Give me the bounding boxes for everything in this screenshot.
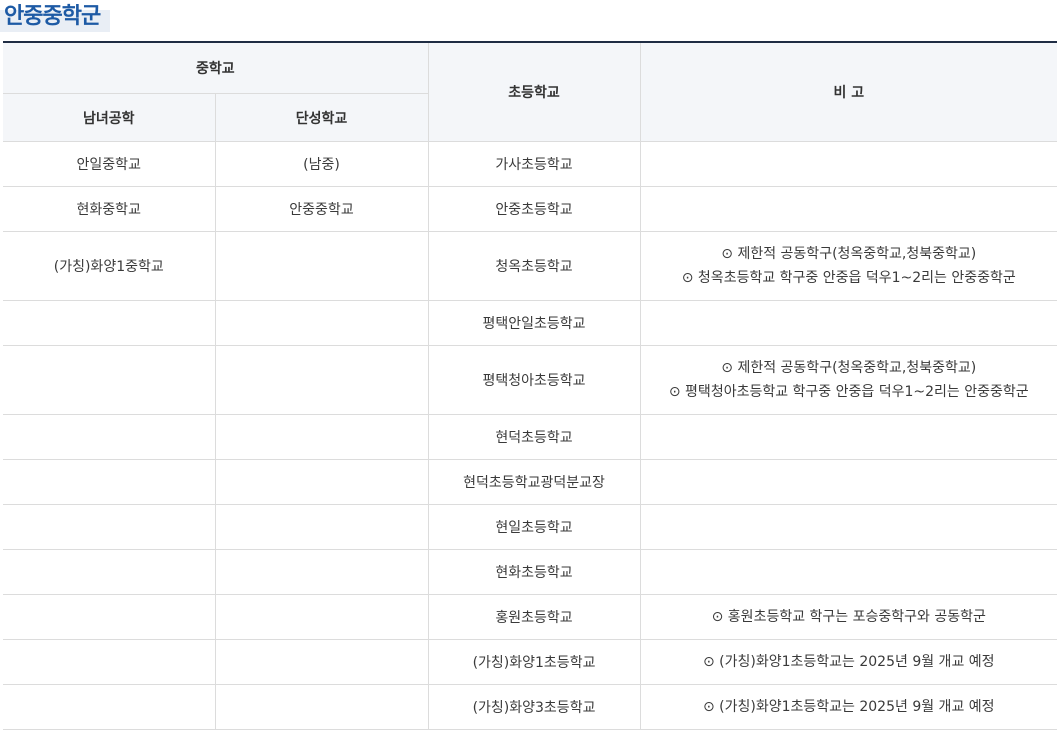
remark-note: ⊙ 홍원초등학교 학구는 포승중학구와 공동학군 <box>711 609 986 625</box>
elementary-school-cell: 안중초등학교 <box>427 186 641 232</box>
single-sex-school-cell <box>214 639 429 685</box>
elementary-school-cell: 평택청아초등학교 <box>427 345 641 415</box>
remark-note: ⊙ 제한적 공동학구(청옥중학교,청북중학교) <box>721 360 977 376</box>
remarks-cell <box>639 459 1057 505</box>
remarks-cell: ⊙ (가칭)화양1초등학교는 2025년 9월 개교 예정 <box>639 639 1057 685</box>
remarks-cell: ⊙ 홍원초등학교 학구는 포승중학구와 공동학군 <box>639 594 1057 640</box>
coed-school-cell <box>3 549 216 595</box>
table-row: 안일중학교 (남중) 가사초등학교 <box>3 141 1057 187</box>
header-remarks: 비 고 <box>639 41 1057 142</box>
single-sex-school-cell <box>214 414 429 460</box>
remarks-cell: ⊙ (가칭)화양1초등학교는 2025년 9월 개교 예정 <box>639 684 1057 730</box>
elementary-school-cell: 현덕초등학교광덕분교장 <box>427 459 641 505</box>
remarks-cell <box>639 414 1057 460</box>
single-sex-school-cell <box>214 549 429 595</box>
single-sex-school-cell: (남중) <box>214 141 429 187</box>
table-row: (가칭)화양1중학교 청옥초등학교 ⊙ 제한적 공동학구(청옥중학교,청북중학교… <box>3 231 1057 301</box>
table-row: (가칭)화양1초등학교 ⊙ (가칭)화양1초등학교는 2025년 9월 개교 예… <box>3 639 1057 685</box>
table-row: 홍원초등학교 ⊙ 홍원초등학교 학구는 포승중학구와 공동학군 <box>3 594 1057 640</box>
single-sex-school-cell <box>214 459 429 505</box>
coed-school-cell: 현화중학교 <box>3 186 216 232</box>
header-coed: 남녀공학 <box>3 93 216 142</box>
table-row: 현덕초등학교광덕분교장 <box>3 459 1057 505</box>
table-row: (가칭)화양3초등학교 ⊙ (가칭)화양1초등학교는 2025년 9월 개교 예… <box>3 684 1057 730</box>
single-sex-school-cell <box>214 231 429 301</box>
elementary-school-cell: 홍원초등학교 <box>427 594 641 640</box>
remarks-cell <box>639 186 1057 232</box>
remarks-cell <box>639 504 1057 550</box>
coed-school-cell: 안일중학교 <box>3 141 216 187</box>
table-row: 현화중학교 안중중학교 안중초등학교 <box>3 186 1057 232</box>
single-sex-school-cell <box>214 300 429 346</box>
elementary-school-cell: 평택안일초등학교 <box>427 300 641 346</box>
elementary-school-cell: 현화초등학교 <box>427 549 641 595</box>
remarks-cell: ⊙ 제한적 공동학구(청옥중학교,청북중학교) ⊙ 청옥초등학교 학구중 안중읍… <box>639 231 1057 301</box>
header-middle-school: 중학교 <box>3 41 429 94</box>
single-sex-school-cell <box>214 345 429 415</box>
remark-note: ⊙ 청옥초등학교 학구중 안중읍 덕우1~2리는 안중중학군 <box>681 270 1016 286</box>
coed-school-cell <box>3 639 216 685</box>
single-sex-school-cell: 안중중학교 <box>214 186 429 232</box>
remark-note: ⊙ (가칭)화양1초등학교는 2025년 9월 개교 예정 <box>702 699 995 715</box>
school-district-table: 중학교 초등학교 비 고 남녀공학 단성학교 안일중학교 (남중) 가사초등학교… <box>3 41 1057 730</box>
table-row: 현덕초등학교 <box>3 414 1057 460</box>
coed-school-cell <box>3 459 216 505</box>
single-sex-school-cell <box>214 594 429 640</box>
header-elementary: 초등학교 <box>427 41 641 142</box>
coed-school-cell <box>3 594 216 640</box>
elementary-school-cell: 청옥초등학교 <box>427 231 641 301</box>
table-row: 현화초등학교 <box>3 549 1057 595</box>
single-sex-school-cell <box>214 504 429 550</box>
elementary-school-cell: (가칭)화양3초등학교 <box>427 684 641 730</box>
single-sex-school-cell <box>214 684 429 730</box>
page-title: 안중중학군 <box>4 4 101 29</box>
elementary-school-cell: 현일초등학교 <box>427 504 641 550</box>
coed-school-cell <box>3 345 216 415</box>
coed-school-cell <box>3 300 216 346</box>
coed-school-cell <box>3 504 216 550</box>
coed-school-cell <box>3 684 216 730</box>
remarks-cell <box>639 300 1057 346</box>
elementary-school-cell: 가사초등학교 <box>427 141 641 187</box>
table-row: 현일초등학교 <box>3 504 1057 550</box>
coed-school-cell: (가칭)화양1중학교 <box>3 231 216 301</box>
header-single-sex: 단성학교 <box>214 93 429 142</box>
remarks-cell <box>639 141 1057 187</box>
remark-note: ⊙ 평택청아초등학교 학구중 안중읍 덕우1~2리는 안중중학군 <box>668 384 1029 400</box>
remark-note: ⊙ 제한적 공동학구(청옥중학교,청북중학교) <box>721 246 977 262</box>
remarks-cell <box>639 549 1057 595</box>
elementary-school-cell: (가칭)화양1초등학교 <box>427 639 641 685</box>
table-row: 평택안일초등학교 <box>3 300 1057 346</box>
remarks-cell: ⊙ 제한적 공동학구(청옥중학교,청북중학교) ⊙ 평택청아초등학교 학구중 안… <box>639 345 1057 415</box>
coed-school-cell <box>3 414 216 460</box>
remark-note: ⊙ (가칭)화양1초등학교는 2025년 9월 개교 예정 <box>702 654 995 670</box>
table-row: 평택청아초등학교 ⊙ 제한적 공동학구(청옥중학교,청북중학교) ⊙ 평택청아초… <box>3 345 1057 415</box>
elementary-school-cell: 현덕초등학교 <box>427 414 641 460</box>
